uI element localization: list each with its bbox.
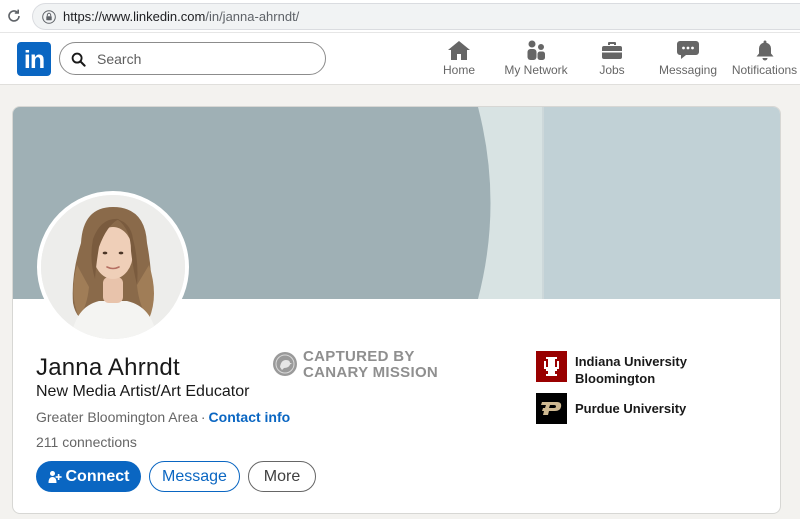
reload-icon[interactable]: [6, 8, 22, 24]
nav-messaging-label: Messaging: [659, 63, 718, 77]
education-name: Purdue University: [575, 401, 687, 416]
nav-my-network-label: My Network: [504, 63, 568, 77]
profile-location: Greater Bloomington Area: [36, 409, 198, 425]
purdue-university-logo: [536, 393, 567, 424]
browser-toolbar: https://www.linkedin.com/in/janna-ahrndt…: [0, 0, 800, 33]
watermark-line-2: CANARY MISSION: [303, 364, 439, 381]
search-box[interactable]: [59, 42, 326, 75]
education-name: Indiana University Bloomington: [575, 354, 687, 386]
network-icon: [527, 40, 545, 60]
nav-jobs-label: Jobs: [599, 63, 625, 77]
add-person-icon: [48, 470, 62, 483]
watermark-text: CAPTURED BY CANARY MISSION: [303, 349, 443, 381]
nav-my-network[interactable]: My Network: [503, 39, 569, 81]
linkedin-logo[interactable]: in: [17, 42, 51, 76]
connect-label: Connect: [65, 467, 130, 485]
message-button[interactable]: Message: [149, 461, 240, 492]
nav-notifications[interactable]: Notifications: [731, 39, 798, 81]
url-host: https://www.linkedin.com: [63, 9, 206, 24]
contact-info-link[interactable]: Contact info: [209, 409, 291, 425]
portrait-image: [41, 195, 185, 339]
nav-home[interactable]: Home: [441, 39, 477, 81]
url-text: https://www.linkedin.com/in/janna-ahrndt…: [63, 9, 299, 24]
home-icon: [448, 41, 470, 60]
url-path: /in/janna-ahrndt/: [205, 9, 300, 24]
profile-card: Janna Ahrndt New Media Artist/Art Educat…: [12, 106, 781, 514]
connections-count[interactable]: 211 connections: [36, 434, 137, 450]
address-bar[interactable]: https://www.linkedin.com/in/janna-ahrndt…: [32, 3, 800, 30]
lock-icon[interactable]: [42, 10, 56, 24]
indiana-university-logo: [536, 351, 567, 382]
nav-home-label: Home: [442, 63, 475, 77]
connect-button[interactable]: Connect: [36, 461, 141, 492]
briefcase-icon: [602, 42, 622, 59]
profile-headline: New Media Artist/Art Educator: [36, 383, 250, 400]
canary-bird-icon: [273, 352, 297, 376]
location-separator: ·: [200, 409, 206, 425]
more-button[interactable]: More: [248, 461, 316, 492]
nav-notifications-label: Notifications: [731, 63, 798, 77]
profile-location-row: Greater Bloomington Area · Contact info: [36, 409, 290, 425]
nav-jobs[interactable]: Jobs: [597, 39, 627, 81]
profile-photo[interactable]: [37, 191, 189, 343]
nav-messaging[interactable]: Messaging: [659, 39, 717, 81]
watermark-line-1: CAPTURED BY: [303, 348, 415, 365]
search-icon: [71, 52, 86, 67]
search-input[interactable]: [97, 49, 317, 69]
chat-icon: [677, 41, 699, 59]
global-nav: in Home My Network Jobs: [0, 33, 800, 85]
bell-icon: [756, 40, 773, 61]
profile-name: Janna Ahrndt: [36, 354, 180, 381]
